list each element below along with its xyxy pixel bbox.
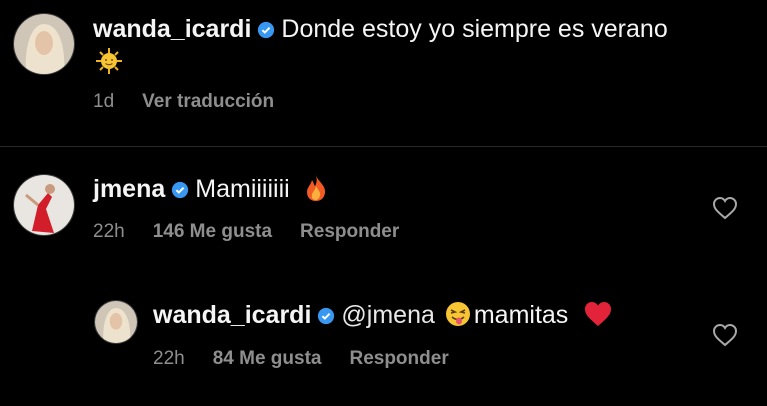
zany-face-emoji-icon — [444, 300, 472, 335]
reply-text: mamitas — [473, 301, 569, 329]
fire-emoji-icon — [303, 174, 329, 209]
reply-username[interactable]: wanda_icardi — [153, 301, 311, 329]
comment-text: Mamiiiiiii — [195, 175, 290, 203]
red-heart-emoji-icon — [583, 300, 613, 335]
verified-badge-icon — [257, 16, 275, 46]
comment-line: jmena Mamiiiiiii — [93, 174, 329, 209]
avatar-wanda-icardi[interactable] — [13, 13, 75, 75]
verified-badge-icon — [317, 302, 335, 332]
reply-button[interactable]: Responder — [349, 348, 448, 369]
avatar-wanda-icardi-reply[interactable] — [94, 300, 138, 344]
caption-username[interactable]: wanda_icardi — [93, 15, 251, 43]
avatar-jmena[interactable] — [13, 174, 75, 236]
mention-link[interactable]: @jmena — [341, 301, 434, 329]
translate-link[interactable]: Ver traducción — [142, 91, 274, 112]
verified-badge-icon — [171, 176, 189, 206]
caption-line: wanda_icardi Donde estoy yo siempre es ve… — [93, 14, 668, 46]
caption-meta: 1d Ver traducción — [93, 91, 302, 113]
reply-meta: 22h 84 Me gusta Responder — [153, 348, 477, 370]
comment-likes[interactable]: 146 Me gusta — [153, 221, 272, 242]
comment-meta: 22h 146 Me gusta Responder — [93, 221, 427, 243]
caption-text: Donde estoy yo siempre es verano — [281, 15, 668, 43]
divider — [0, 146, 767, 147]
reply-line: wanda_icardi @jmena mamitas — [153, 300, 613, 335]
reply-button[interactable]: Responder — [300, 221, 399, 242]
sun-emoji-icon — [95, 47, 123, 75]
like-heart-icon[interactable] — [712, 196, 738, 225]
like-heart-icon[interactable] — [712, 323, 738, 352]
reply-time: 22h — [153, 348, 185, 369]
caption-time: 1d — [93, 91, 115, 112]
comment-username[interactable]: jmena — [93, 175, 165, 203]
comment-time: 22h — [93, 221, 125, 242]
reply-likes[interactable]: 84 Me gusta — [213, 348, 322, 369]
